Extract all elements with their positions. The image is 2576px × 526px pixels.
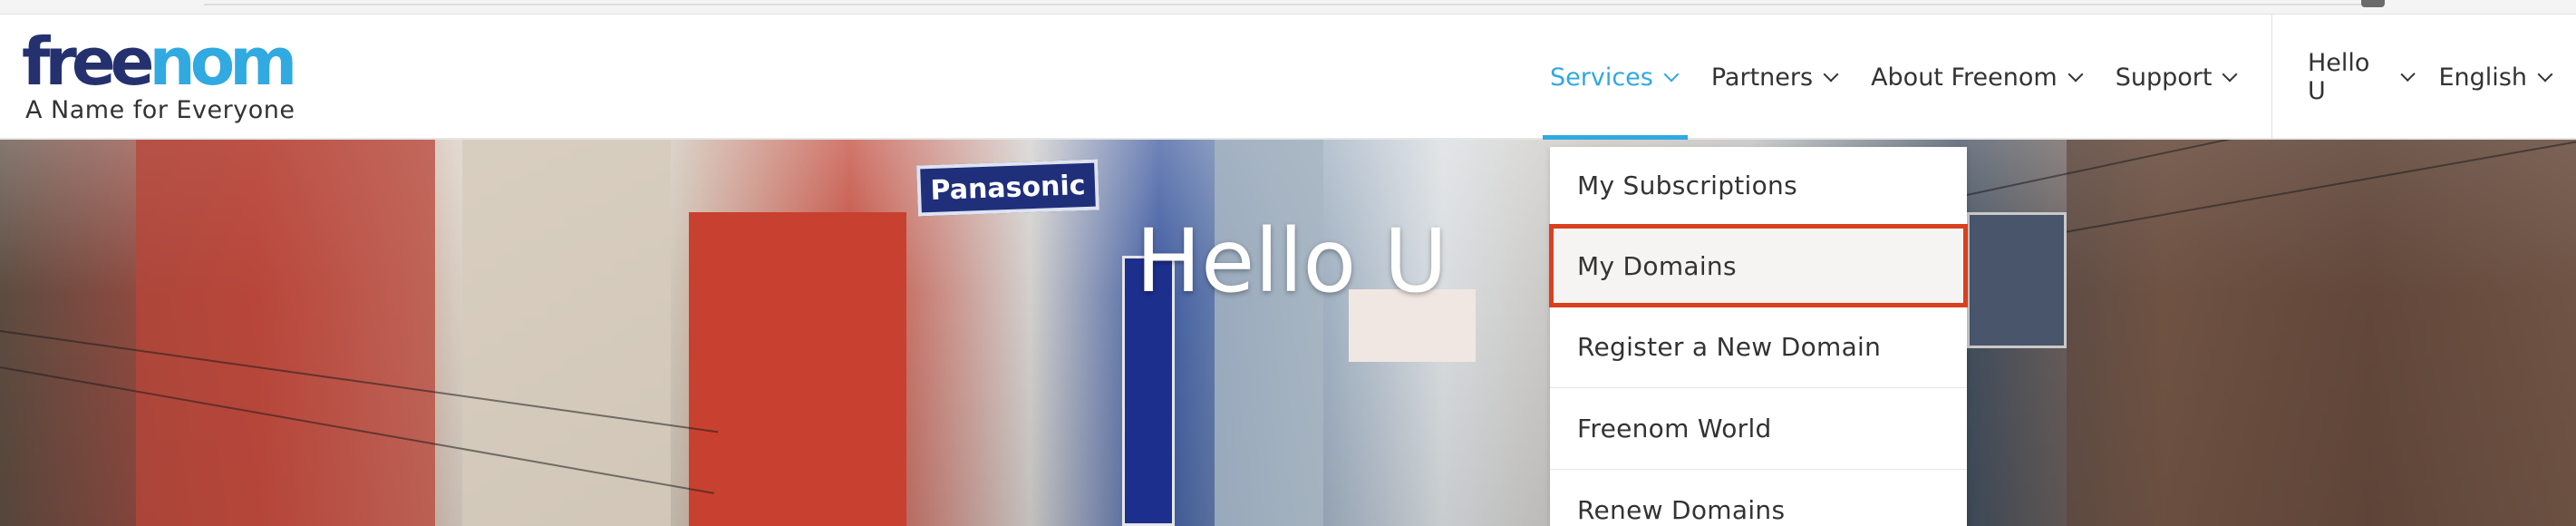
- top-strip-line: [204, 0, 2379, 5]
- chevron-down-icon: [2222, 66, 2238, 83]
- services-dropdown: My Subscriptions My Domains Register a N…: [1549, 147, 1968, 526]
- chevron-down-icon: [1663, 66, 1680, 83]
- logo-free: free: [22, 24, 154, 100]
- logo-tagline: A Name for Everyone: [25, 96, 295, 124]
- menu-register-domain[interactable]: Register a New Domain: [1550, 307, 1967, 388]
- nav-user-label: Hello U: [2308, 49, 2370, 105]
- panasonic-sign: Panasonic: [916, 159, 1099, 217]
- hero-banner: Panasonic Hello U: [0, 140, 2576, 526]
- nav-partners-label: Partners: [1710, 63, 1814, 92]
- hero-greeting-text: Hello U: [1135, 210, 1448, 312]
- building-mid: [1215, 140, 1323, 526]
- nav-services-label: Services: [1550, 63, 1653, 92]
- nav-support-label: Support: [2115, 63, 2213, 92]
- nav-account: Hello U English: [2308, 15, 2576, 140]
- logo-wordmark: freenom: [22, 29, 312, 94]
- menu-item-label: Renew Domains: [1577, 495, 1786, 525]
- chevron-down-icon: [1823, 66, 1839, 83]
- nav-support[interactable]: Support: [2115, 15, 2238, 140]
- nav-divider: [2271, 15, 2272, 140]
- building-left: [136, 140, 435, 526]
- chevron-down-icon: [2537, 66, 2553, 83]
- building-right: [2067, 140, 2576, 526]
- menu-my-subscriptions[interactable]: My Subscriptions: [1550, 147, 1967, 225]
- menu-freenom-world[interactable]: Freenom World: [1550, 388, 1967, 470]
- menu-item-label: My Subscriptions: [1577, 170, 1797, 200]
- nav-about-label: About Freenom: [1871, 63, 2058, 92]
- nav-language-label: English: [2438, 63, 2528, 92]
- menu-my-domains[interactable]: My Domains: [1549, 224, 1968, 307]
- chevron-down-icon: [2400, 66, 2416, 83]
- nav-about[interactable]: About Freenom: [1871, 15, 2084, 140]
- panasonic-sign-text: Panasonic: [929, 169, 1087, 207]
- main-nav: Services Partners About Freenom Support: [1543, 15, 2270, 141]
- nav-user-menu[interactable]: Hello U: [2308, 15, 2416, 140]
- nav-language[interactable]: English: [2438, 15, 2553, 140]
- menu-renew-domains[interactable]: Renew Domains: [1550, 470, 1967, 526]
- chevron-down-icon: [2068, 66, 2084, 83]
- hero-greeting: Hello U: [0, 210, 2576, 312]
- top-strip-corner: [2361, 0, 2385, 7]
- nav-services[interactable]: Services: [1543, 15, 1688, 141]
- logo-nom: nom: [149, 24, 298, 100]
- browser-top-strip: [0, 0, 2576, 15]
- menu-item-label: My Domains: [1577, 250, 1737, 281]
- menu-item-label: Freenom World: [1577, 414, 1772, 443]
- menu-item-label: Register a New Domain: [1577, 332, 1882, 362]
- nav-partners[interactable]: Partners: [1710, 15, 1839, 140]
- freenom-logo[interactable]: freenom A Name for Everyone: [22, 29, 312, 138]
